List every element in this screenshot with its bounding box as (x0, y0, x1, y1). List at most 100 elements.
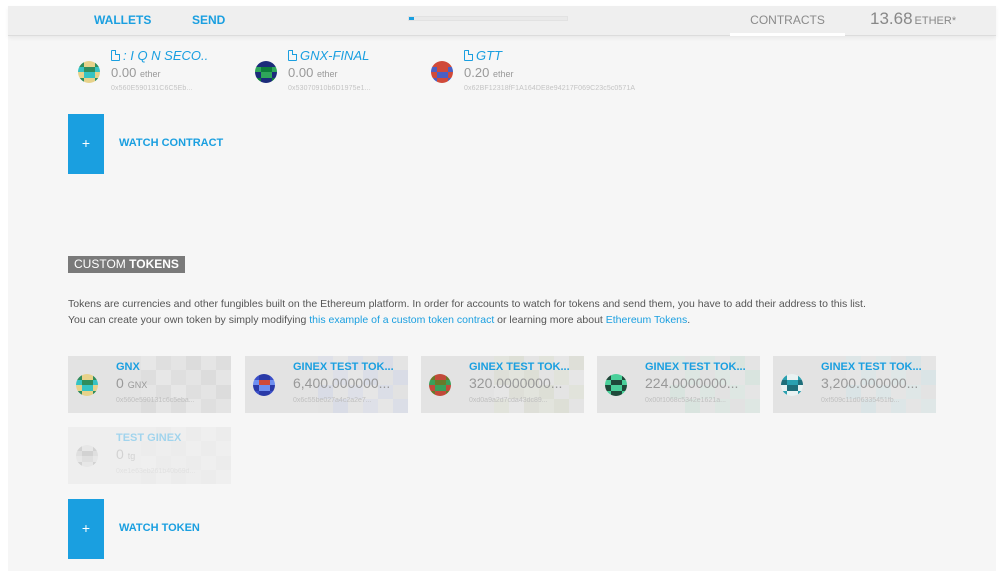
document-icon (111, 50, 120, 61)
token-name: GINEX TEST TOK... (293, 361, 394, 373)
description-line-2: You can create your own token by simply … (68, 312, 968, 328)
token-name: GNX (116, 361, 140, 373)
contract-identicon (255, 61, 277, 83)
token-card[interactable]: TEST GINEX 0 tg 0xe1e63eb261b40b69d... (68, 427, 231, 484)
total-balance: 13.68 ETHER* (870, 9, 956, 29)
document-icon (464, 50, 473, 61)
watch-contract-button[interactable]: + WATCH CONTRACT (68, 114, 268, 174)
plus-icon: + (68, 114, 104, 174)
token-balance: 0 tg (116, 446, 228, 462)
contract-name[interactable]: GTT (464, 48, 502, 63)
token-card[interactable]: GINEX TEST TOK... 3,200.000000... 0xf509c… (773, 356, 936, 413)
token-name: TEST GINEX (116, 432, 182, 444)
contract-item[interactable]: : I Q N SECO.. 0.00 ether 0x560E590131C6… (68, 48, 243, 102)
token-balance: 320.0000000... (469, 375, 581, 391)
plus-icon: + (68, 499, 104, 559)
token-name: GINEX TEST TOK... (645, 361, 746, 373)
token-card[interactable]: GINEX TEST TOK... 224.0000000... 0x00f106… (597, 356, 760, 413)
identicon-cell (447, 77, 453, 83)
contract-balance-unit: ether (316, 69, 338, 79)
contract-address: 0x560E590131C6C5Eb... (111, 85, 193, 92)
identicon-cell (621, 390, 627, 396)
watch-token-label: WATCH TOKEN (119, 522, 200, 534)
custom-tokens-heading: CUSTOM TOKENS (68, 256, 185, 273)
token-card[interactable]: GINEX TEST TOK... 6,400.000000... 0x6c55b… (245, 356, 408, 413)
contract-name-text: : I Q N SECO.. (123, 48, 209, 63)
token-name: GINEX TEST TOK... (821, 361, 922, 373)
contract-name-text: GTT (476, 48, 502, 63)
token-balance: 3,200.000000... (821, 375, 933, 391)
token-balance-value: 6,400.000000... (293, 375, 391, 391)
wallet-app: WALLETS SEND CONTRACTS 13.68 ETHER* : I Q… (8, 6, 996, 571)
description-text: . (687, 314, 691, 326)
contract-balance-value: 0.00 (288, 65, 314, 80)
contract-address: 0x53070910b6D1975e1... (288, 85, 371, 92)
token-address: 0x560e590131c6c5eba... (116, 397, 195, 404)
contract-identicon (431, 61, 453, 83)
contract-balance-unit: ether (492, 69, 514, 79)
identicon-cell (271, 77, 277, 83)
nav-wallets[interactable]: WALLETS (94, 13, 151, 27)
token-balance-value: 320.0000000... (469, 375, 563, 391)
token-balance-value: 3,200.000000... (821, 375, 919, 391)
contract-identicon (78, 61, 100, 83)
contract-name[interactable]: : I Q N SECO.. (111, 48, 208, 63)
contract-item[interactable]: GNX-FINAL 0.00 ether 0x53070910b6D1975e1… (245, 48, 420, 102)
contract-balance-value: 0.20 (464, 65, 490, 80)
token-identicon (429, 374, 451, 396)
token-name: GINEX TEST TOK... (469, 361, 570, 373)
token-balance-unit: tg (127, 451, 136, 461)
identicon-cell (94, 77, 100, 83)
token-address: 0x6c55be027a4c2a2e7... (293, 397, 372, 404)
contract-balance-value: 0.00 (111, 65, 137, 80)
contract-address: 0x62BF12318fF1A164DE8e94217F069C23c5c057… (464, 85, 636, 92)
token-balance-unit: GNX (127, 380, 148, 390)
top-nav: WALLETS SEND CONTRACTS 13.68 ETHER* (8, 6, 996, 36)
nav-contracts[interactable]: CONTRACTS (730, 6, 845, 36)
description-line-1: Tokens are currencies and other fungible… (68, 298, 866, 310)
token-identicon (253, 374, 275, 396)
token-address: 0x00f1068c5342e1621a... (645, 397, 726, 404)
balance-amount: 13.68 (870, 9, 913, 28)
identicon-cell (92, 390, 98, 396)
token-address: 0xf509c11d06335451fb... (821, 397, 900, 404)
token-address: 0xe1e63eb261b40b69d... (116, 468, 196, 475)
contract-balance: 0.00 ether (288, 65, 337, 80)
sync-progress-fill (409, 17, 414, 20)
sync-progress-bar (408, 16, 568, 21)
token-card[interactable]: GINEX TEST TOK... 320.0000000... 0xd0a9a2… (421, 356, 584, 413)
contract-balance: 0.20 ether (464, 65, 513, 80)
token-identicon (781, 374, 803, 396)
token-identicon (605, 374, 627, 396)
token-identicon (76, 445, 98, 467)
description-text: or learning more about (494, 314, 606, 326)
token-balance-value: 0 (116, 446, 124, 462)
description-text: You can create your own token by simply … (68, 314, 310, 326)
token-card[interactable]: GNX 0 GNX 0x560e590131c6c5eba... (68, 356, 231, 413)
contract-balance-unit: ether (139, 69, 161, 79)
watch-token-button[interactable]: + WATCH TOKEN (68, 499, 268, 559)
heading-bold: TOKENS (129, 257, 179, 271)
nav-send[interactable]: SEND (192, 13, 225, 27)
document-icon (288, 50, 297, 61)
token-balance: 0 GNX (116, 375, 228, 391)
watch-contract-label: WATCH CONTRACT (119, 137, 224, 149)
token-address: 0xd0a9a2d7cda43dc89... (469, 397, 548, 404)
identicon-cell (445, 390, 451, 396)
token-balance: 224.0000000... (645, 375, 757, 391)
contract-balance: 0.00 ether (111, 65, 160, 80)
contract-name-text: GNX-FINAL (300, 48, 370, 63)
ethereum-tokens-link[interactable]: Ethereum Tokens (606, 314, 688, 326)
token-balance-value: 224.0000000... (645, 375, 739, 391)
contract-item[interactable]: GTT 0.20 ether 0x62BF12318fF1A164DE8e942… (421, 48, 681, 102)
custom-tokens-description: Tokens are currencies and other fungible… (68, 296, 968, 328)
token-balance: 6,400.000000... (293, 375, 405, 391)
identicon-cell (797, 390, 803, 396)
token-balance-value: 0 (116, 375, 124, 391)
custom-token-example-link[interactable]: this example of a custom token contract (309, 314, 494, 326)
balance-unit: ETHER* (914, 15, 957, 27)
identicon-cell (269, 390, 275, 396)
token-identicon (76, 374, 98, 396)
heading-light: CUSTOM (74, 257, 126, 271)
contract-name[interactable]: GNX-FINAL (288, 48, 369, 63)
